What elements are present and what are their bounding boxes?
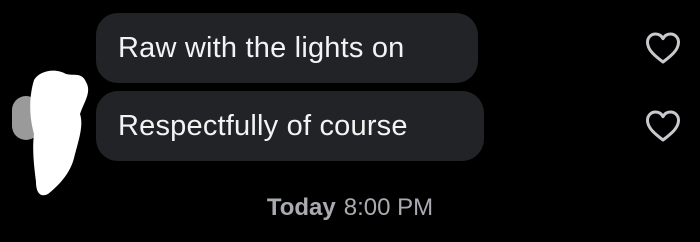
message-text: Respectfully of course [118, 109, 408, 142]
message-bubble[interactable]: Raw with the lights on [96, 13, 478, 83]
heart-icon[interactable] [643, 107, 683, 147]
message-timestamp: Today 8:00 PM [0, 194, 700, 222]
message-bubble[interactable]: Respectfully of course [96, 91, 484, 161]
timestamp-day: Today [266, 194, 336, 221]
timestamp-time: 8:00 PM [343, 194, 434, 221]
message-text: Raw with the lights on [118, 31, 405, 64]
redaction-scribble [30, 70, 89, 196]
chat-thread: Raw with the lights on Respectfully of c… [0, 0, 700, 242]
heart-icon[interactable] [643, 29, 683, 69]
